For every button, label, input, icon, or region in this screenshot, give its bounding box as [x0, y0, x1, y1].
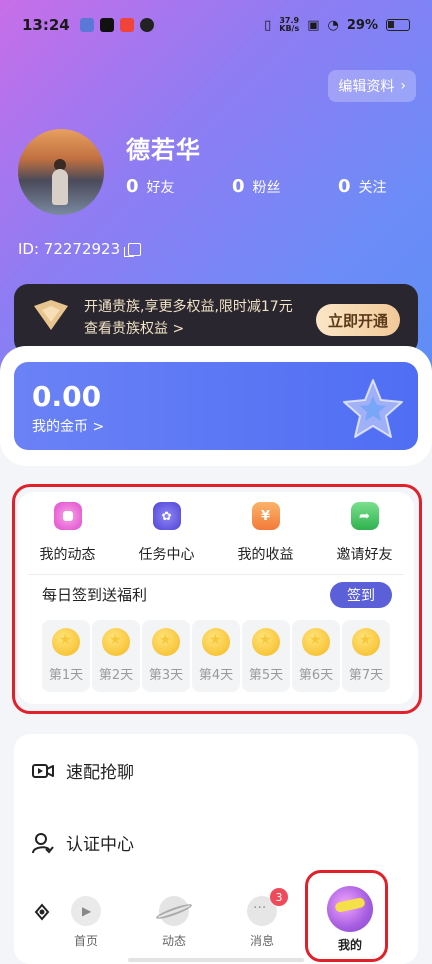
- status-bar: 13:24 ▯ 37.9 KB/s ▣ ◔ 29%: [0, 0, 432, 50]
- net-speed: 37.9 KB/s: [279, 17, 299, 33]
- coin-card[interactable]: 0.00 我的金币 >: [14, 362, 418, 450]
- function-grid: 我的动态 ✿ 任务中心 ¥ 我的收益 ➦ 邀请好友: [18, 502, 414, 564]
- home-play-icon: ▶: [71, 896, 101, 926]
- day-label: 第1天: [48, 668, 84, 683]
- chevron-right-icon: ›: [400, 78, 406, 94]
- friends-stat[interactable]: 0 好友: [126, 176, 232, 197]
- signin-day-6[interactable]: 第6天: [292, 620, 340, 692]
- tiktok-icon: [99, 18, 114, 32]
- fans-count: 0: [232, 176, 245, 197]
- menu-item-label: 认证中心: [66, 835, 134, 855]
- functions-panel: 我的动态 ✿ 任务中心 ¥ 我的收益 ➦ 邀请好友 每日签到送福利 签到 第1天…: [18, 492, 414, 704]
- divider: [28, 574, 404, 575]
- my-coins-link[interactable]: 我的金币 >: [32, 416, 104, 436]
- app-notification-icon: [79, 18, 94, 32]
- tab-messages[interactable]: ··· 3 消息: [218, 880, 306, 949]
- user-id: ID: 72272923: [18, 240, 142, 258]
- function-label: 我的收益: [237, 547, 294, 563]
- edit-profile-label: 编辑资料: [338, 79, 395, 95]
- speed-match-chat-item[interactable]: 速配抢聊: [32, 758, 134, 783]
- sim-icon: ▣: [307, 17, 320, 33]
- friends-count: 0: [126, 176, 139, 197]
- battery-percent: 29%: [346, 17, 378, 33]
- copy-icon[interactable]: [124, 242, 142, 257]
- invite-friends-button[interactable]: ➦ 邀请好友: [315, 502, 414, 564]
- my-income-button[interactable]: ¥ 我的收益: [216, 502, 315, 564]
- signin-days: 第1天 第2天 第3天 第4天 第5天 第6天 第7天: [42, 620, 390, 692]
- signin-title: 每日签到送福利: [42, 586, 148, 604]
- coin-icon: [202, 628, 230, 656]
- day-label: 第4天: [198, 668, 234, 683]
- function-label: 任务中心: [138, 547, 195, 563]
- coin-icon: [102, 628, 130, 656]
- friends-label: 好友: [146, 180, 175, 196]
- planet-icon: [154, 896, 194, 926]
- tab-label: 消息: [249, 934, 274, 948]
- my-dynamics-button[interactable]: 我的动态: [18, 502, 117, 564]
- vip-promo-text: 开通贵族,享更多权益,限时减17元: [84, 299, 293, 315]
- function-label: 邀请好友: [336, 547, 393, 563]
- tab-label: 首页: [73, 934, 98, 948]
- coin-icon: [252, 628, 280, 656]
- tab-moments[interactable]: 动态: [130, 880, 218, 949]
- vibrate-icon: ▯: [264, 17, 272, 33]
- open-vip-button[interactable]: 立即开通: [315, 304, 400, 336]
- signin-day-2[interactable]: 第2天: [92, 620, 140, 692]
- dynamic-icon: [53, 502, 82, 530]
- app-notification-icon: [139, 18, 154, 32]
- follow-label: 关注: [358, 180, 387, 196]
- task-icon: ✿: [152, 502, 181, 530]
- signin-day-1[interactable]: 第1天: [42, 620, 90, 692]
- profile-stats: 0 好友 0 粉丝 0 关注: [126, 176, 432, 197]
- star-decoration-icon: [343, 379, 403, 438]
- signin-day-7[interactable]: 第7天: [342, 620, 390, 692]
- vip-banner[interactable]: 开通贵族,享更多权益,限时减17元 查看贵族权益 > 立即开通: [14, 284, 418, 354]
- task-center-button[interactable]: ✿ 任务中心: [117, 502, 216, 564]
- active-tab-outline: [305, 870, 388, 962]
- coin-icon: [152, 628, 180, 656]
- app-notification-icon: [119, 18, 134, 32]
- user-id-text: ID: 72272923: [18, 240, 121, 258]
- function-label: 我的动态: [39, 547, 96, 563]
- income-icon: ¥: [251, 502, 280, 530]
- tab-home[interactable]: ▶ 首页: [42, 880, 130, 949]
- fans-label: 粉丝: [252, 180, 281, 196]
- coin-icon: [52, 628, 80, 656]
- user-verify-icon: [32, 832, 54, 853]
- username: 德若华: [126, 136, 201, 164]
- day-label: 第2天: [98, 668, 134, 683]
- battery-icon: [386, 19, 410, 31]
- video-icon: [32, 763, 54, 778]
- unread-badge: 3: [270, 888, 288, 906]
- tab-label: 动态: [161, 934, 186, 948]
- day-label: 第3天: [148, 668, 184, 683]
- notification-icons: [79, 18, 154, 32]
- menu-item-label: 速配抢聊: [66, 763, 134, 783]
- coin-amount: 0.00: [32, 380, 102, 413]
- day-label: 第5天: [248, 668, 284, 683]
- verification-center-item[interactable]: 认证中心: [32, 830, 134, 855]
- coin-icon: [302, 628, 330, 656]
- signin-day-4[interactable]: 第4天: [192, 620, 240, 692]
- day-label: 第6天: [298, 668, 334, 683]
- avatar[interactable]: [18, 129, 104, 215]
- net-speed-unit: KB/s: [279, 24, 300, 33]
- fans-stat[interactable]: 0 粉丝: [232, 176, 338, 197]
- home-indicator[interactable]: [128, 958, 304, 962]
- diamond-icon: [34, 300, 68, 330]
- signin-button[interactable]: 签到: [330, 582, 392, 608]
- status-time: 13:24: [22, 16, 70, 34]
- coin-icon: [352, 628, 380, 656]
- follow-stat[interactable]: 0 关注: [338, 176, 432, 197]
- edit-profile-button[interactable]: 编辑资料 ›: [328, 70, 416, 102]
- wifi-icon: ◔: [327, 17, 339, 33]
- day-label: 第7天: [348, 668, 384, 683]
- invite-icon: ➦: [350, 502, 379, 530]
- avatar-figure-body: [52, 169, 68, 205]
- vip-benefits-link[interactable]: 查看贵族权益 >: [84, 318, 293, 340]
- follow-count: 0: [338, 176, 351, 197]
- signin-day-5[interactable]: 第5天: [242, 620, 290, 692]
- signin-day-3[interactable]: 第3天: [142, 620, 190, 692]
